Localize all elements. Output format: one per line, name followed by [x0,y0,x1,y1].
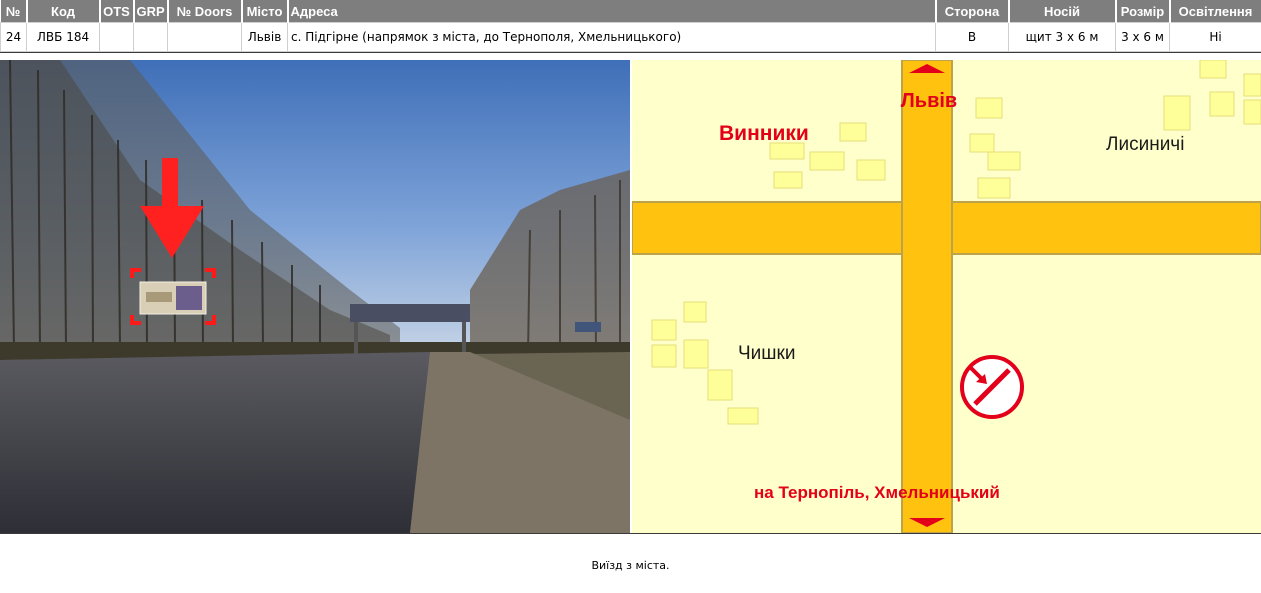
cell-ots [99,22,134,52]
map-road-vertical [901,60,953,533]
header-side: Сторона [935,0,1010,23]
cell-code: ЛВБ 184 [26,22,100,52]
cell-num: 24 [0,22,27,52]
cell-doors [167,22,242,52]
header-grp: GRP [133,0,169,23]
table-row: 24 ЛВБ 184 Львів с. Підгірне (напрямок з… [0,22,1261,52]
cell-side: B [935,22,1009,52]
header-ots: OTS [99,0,135,23]
table-divider [0,52,1261,53]
cell-lighting: Ні [1169,22,1261,52]
cell-carrier: щит 3 х 6 м [1008,22,1116,52]
cell-city: Львів [241,22,288,52]
header-doors: № Doors [167,0,243,23]
cell-size: 3 х 6 м [1115,22,1170,52]
location-map: Львів Винники Лисиничі Чишки на Тернопіл… [632,60,1261,533]
table-header-row: № Код OTS GRP № Doors Місто Адреса Сторо… [0,0,1261,23]
map-label-lviv: Львів [901,90,957,112]
header-num: № [0,0,28,23]
map-label-chyshky: Чишки [738,343,795,364]
header-carrier: Носій [1008,0,1117,23]
header-city: Місто [241,0,289,23]
cell-address: с. Підгірне (напрямок з міста, до Терноп… [287,22,936,52]
panel-divider [0,533,1261,534]
map-label-direction: на Тернопіль, Хмельницький [754,483,1000,502]
header-size: Розмір [1115,0,1171,23]
map-label-lysynychi: Лисиничі [1106,134,1184,155]
cell-grp [133,22,168,52]
info-table: № Код OTS GRP № Doors Місто Адреса Сторо… [0,0,1261,52]
header-lighting: Освітлення [1169,0,1261,23]
map-label-vynnyky: Винники [719,122,809,145]
location-photo [0,60,630,533]
header-address: Адреса [287,0,937,23]
caption: Виїзд з міста. [591,559,670,572]
billboard-location-icon [960,355,1024,419]
header-code: Код [26,0,101,23]
